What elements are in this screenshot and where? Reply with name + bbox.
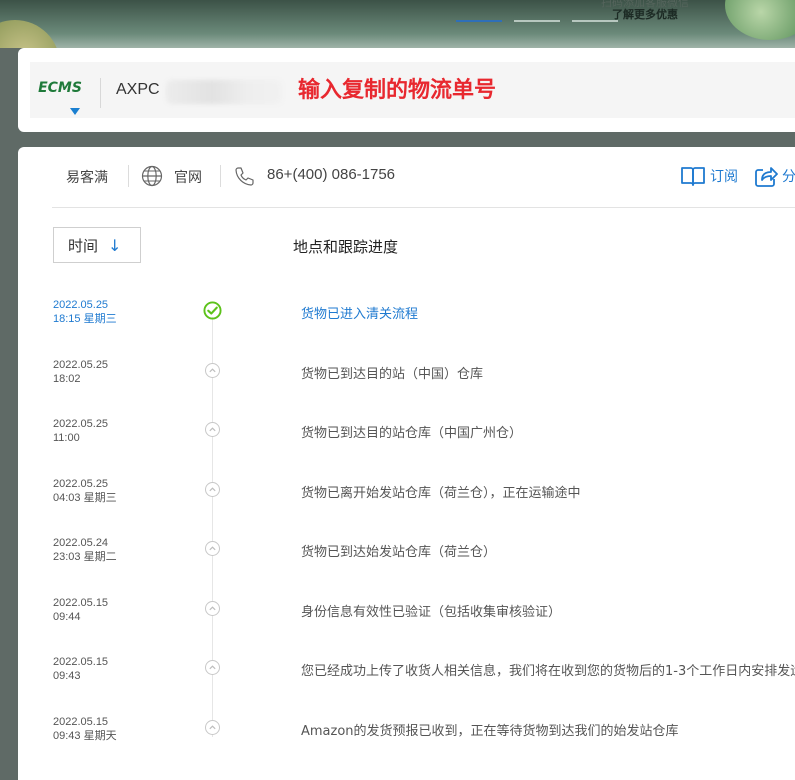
divider [220,165,221,187]
banner-promo-text: 扫码添加客服微信 了解更多优惠 [590,0,700,21]
divider [100,78,101,108]
phone-icon [235,167,254,186]
event-date: 2022.05.15 [53,596,109,609]
tracking-results-card: 易客满 官网 86+(400) 086-1756 订阅 分 时间 ↓ 地点和跟踪… [18,147,795,780]
sort-label: 时间 [68,236,99,255]
chevron-up-circle-icon [205,481,220,497]
chevron-up-circle-icon [205,422,220,437]
carrier-info-bar: 易客满 官网 86+(400) 086-1756 订阅 分 [18,147,795,207]
globe-icon [141,165,163,187]
banner-decoration-right [725,0,795,40]
subscribe-button[interactable]: 订阅 [680,164,738,188]
chevron-up-circle-icon [205,600,220,616]
tracking-event-row: 2022.05.25 18:02 货物已到达目的站（中国）仓库 [18,358,795,398]
chevron-up-circle-icon [205,362,220,378]
event-date: 2022.05.25 [53,358,109,371]
event-time: 18:15 星期三 [53,313,117,325]
subscribe-label: 订阅 [710,169,738,185]
chevron-up-circle-icon [205,660,220,675]
annotation-hint: 输入复制的物流单号 [298,78,497,103]
event-time: 18:02 [53,372,81,385]
tracking-event-row: 2022.05.24 23:03 星期二 货物已到达始发站仓库（荷兰仓） [18,536,795,576]
event-time: 11:00 [53,432,80,444]
sort-by-time-button[interactable]: 时间 ↓ [53,227,141,263]
event-datetime: 2022.05.25 04:03 星期三 [53,477,117,505]
check-circle-icon [203,301,222,320]
event-time: 09:44 [53,610,81,623]
redacted-tracking-digits [166,80,282,104]
banner-decoration-left [0,20,60,48]
chevron-up-circle-icon [205,719,220,735]
carousel-dot-1[interactable] [456,20,502,22]
event-date: 2022.05.15 [53,656,109,668]
event-date: 2022.05.15 [53,715,109,728]
event-description: Amazon的发货预报已收到，正在等待货物到达我们的始发站仓库 [301,723,679,739]
tracking-event-row: 2022.05.15 09:44 身份信息有效性已验证（包括收集审核验证） [18,596,795,636]
event-datetime: 2022.05.15 09:43 [53,655,108,683]
event-datetime: 2022.05.25 18:15 星期三 [53,298,117,326]
event-datetime: 2022.05.25 11:00 [53,417,108,445]
carousel-dot-2[interactable] [514,20,560,22]
promo-banner[interactable]: 扫码添加客服微信 了解更多优惠 [0,0,795,48]
location-progress-header: 地点和跟踪进度 [293,238,399,256]
tracking-event-row: 2022.05.15 09:43 星期天 Amazon的发货预报已收到，正在等待货物… [18,715,795,755]
search-box: ECMS 输入复制的物流单号 [30,62,795,118]
search-card: ECMS 输入复制的物流单号 [18,48,795,132]
tracking-event-row: 2022.05.25 18:15 星期三 货物已进入清关流程 [18,298,795,338]
chevron-up-circle-icon [205,541,220,556]
event-description: 您已经成功上传了收货人相关信息，我们将在收到您的货物后的1-3个工作日内安排发运… [301,664,795,679]
event-description: 货物已到达目的站（中国）仓库 [301,366,484,382]
carrier-name: 易客满 [66,170,108,186]
promo-line-2: 了解更多优惠 [612,8,678,21]
divider [52,207,795,208]
event-datetime: 2022.05.24 23:03 星期二 [53,536,117,564]
event-date: 2022.05.25 [53,477,109,490]
event-date: 2022.05.25 [53,299,109,311]
share-icon [755,167,778,187]
event-time: 04:03 星期三 [53,491,117,504]
tracking-event-row: 2022.05.15 09:43 您已经成功上传了收货人相关信息，我们将在收到您的货… [18,655,795,695]
chevron-down-icon[interactable] [70,108,80,115]
event-time: 23:03 星期二 [53,551,117,563]
sort-descending-icon: ↓ [108,235,122,255]
share-label: 分 [782,169,795,185]
website-link[interactable]: 官网 [174,167,202,187]
event-description: 货物已到达始发站仓库（荷兰仓） [301,545,497,560]
event-description: 身份信息有效性已验证（包括收集审核验证） [301,604,562,620]
book-icon [681,167,705,186]
event-description: 货物已离开始发站仓库（荷兰仓），正在运输途中 [301,485,581,501]
event-time: 09:43 [53,670,81,682]
event-datetime: 2022.05.15 09:44 [53,596,108,624]
event-description: 货物已到达目的站仓库（中国广州仓） [301,426,523,441]
share-button[interactable]: 分 [754,164,795,188]
tracking-event-row: 2022.05.25 04:03 星期三 货物已离开始发站仓库（荷兰仓），正在运输途… [18,477,795,517]
divider [128,165,129,187]
event-date: 2022.05.24 [53,537,109,549]
tracking-event-row: 2022.05.25 11:00 货物已到达目的站仓库（中国广州仓） [18,417,795,457]
carrier-selector[interactable]: ECMS [30,80,90,96]
event-time: 09:43 星期天 [53,729,117,742]
event-date: 2022.05.25 [53,418,109,430]
event-datetime: 2022.05.15 09:43 星期天 [53,715,117,743]
event-description: 货物已进入清关流程 [301,307,419,322]
event-datetime: 2022.05.25 18:02 [53,358,108,386]
carrier-phone[interactable]: 86+(400) 086-1756 [267,166,395,183]
